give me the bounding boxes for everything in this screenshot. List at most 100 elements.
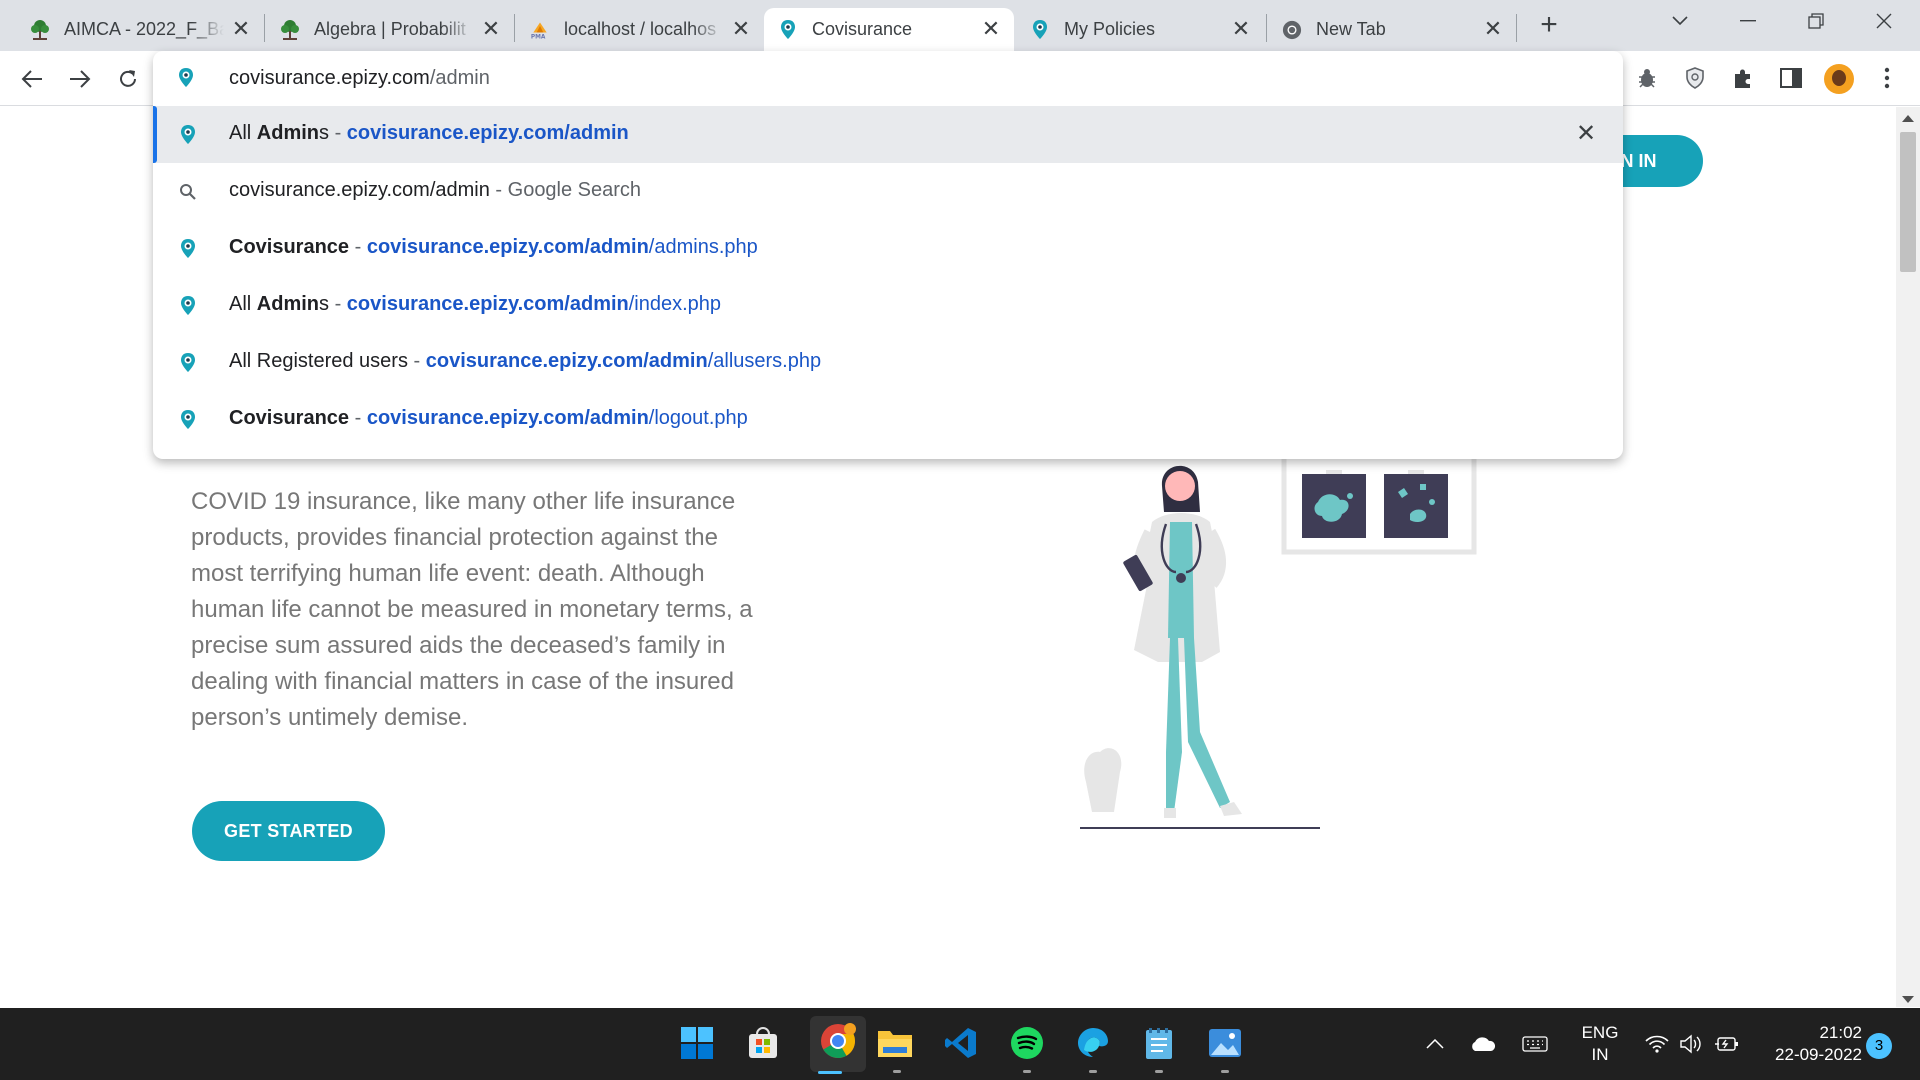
menu-kebab-icon[interactable] [1872, 63, 1902, 93]
side-panel-icon[interactable] [1776, 63, 1806, 93]
battery-charging-icon[interactable] [1710, 1008, 1744, 1080]
close-icon[interactable]: ✕ [1482, 18, 1504, 40]
suggestion-title-match: Covisurance [229, 236, 350, 258]
vscode-icon[interactable] [942, 1024, 980, 1062]
running-indicator [1023, 1070, 1031, 1073]
suggestion-row[interactable]: All Registered users - covisurance.epizy… [153, 334, 1623, 391]
tab-separator [264, 14, 265, 42]
covisurance-pin-icon [177, 123, 199, 147]
file-explorer-icon[interactable] [876, 1024, 914, 1062]
suggestion-url: /allusers.php [707, 350, 822, 372]
suggestion-title-match: Covisurance [229, 407, 350, 429]
tab-title: My Policies [1064, 19, 1156, 39]
search-icon [177, 180, 199, 204]
close-icon[interactable]: ✕ [980, 18, 1002, 40]
close-icon[interactable]: ✕ [480, 18, 502, 40]
suggestion-row[interactable]: Covisurance - covisurance.epizy.com/admi… [153, 220, 1623, 277]
tab-algebra[interactable]: Algebra | Probabilit ✕ [266, 8, 514, 51]
tab-title: New Tab [1316, 19, 1386, 39]
bug-extension-icon[interactable] [1632, 63, 1662, 93]
address-input[interactable]: covisurance.epizy.com/admin [229, 67, 490, 90]
scroll-up-arrow-icon[interactable] [1902, 115, 1914, 122]
intro-paragraph: COVID 19 insurance, like many other life… [191, 484, 821, 736]
reload-icon[interactable] [112, 63, 144, 95]
tab-new-tab[interactable]: New Tab ✕ [1268, 8, 1516, 51]
suggestion-url: /index.php [628, 293, 722, 315]
close-icon[interactable]: ✕ [230, 18, 252, 40]
tab-separator [514, 14, 515, 42]
suggestion-separator: - [349, 407, 367, 429]
restore-icon[interactable] [1796, 6, 1836, 36]
close-icon[interactable]: ✕ [1230, 18, 1252, 40]
tab-title: Algebra | Probabilit [314, 19, 466, 39]
suggestion-text: Covisurance - covisurance.epizy.com/admi… [229, 407, 748, 430]
notification-count-badge[interactable]: 3 [1866, 1033, 1892, 1059]
suggestion-row[interactable]: covisurance.epizy.com/admin - Google Sea… [153, 163, 1623, 220]
close-icon[interactable]: ✕ [730, 18, 752, 40]
onedrive-cloud-icon[interactable] [1466, 1008, 1500, 1080]
window-close-icon[interactable] [1864, 6, 1904, 36]
suggestion-url-match: covisurance.epizy.com/admin [425, 350, 708, 372]
profile-avatar[interactable] [1824, 64, 1854, 94]
address-bar[interactable]: covisurance.epizy.com/admin [153, 51, 1623, 106]
suggestion-separator: - [329, 293, 347, 315]
spotify-icon[interactable] [1008, 1024, 1046, 1062]
running-indicator [893, 1070, 901, 1073]
doctor-illustration [1080, 452, 1477, 829]
suggestion-title: All [229, 122, 257, 144]
notepad-icon[interactable] [1140, 1024, 1178, 1062]
get-started-button[interactable]: GET STARTED [192, 801, 385, 861]
vertical-scrollbar[interactable] [1896, 107, 1920, 1007]
edge-icon[interactable] [1074, 1024, 1112, 1062]
clock[interactable]: 21:02 22-09-2022 [1752, 1022, 1862, 1066]
scroll-down-arrow-icon[interactable] [1902, 996, 1914, 1003]
suggestion-text: covisurance.epizy.com/admin - Google Sea… [229, 179, 641, 202]
tab-aimca[interactable]: AIMCA - 2022_F_Ba ✕ [16, 8, 264, 51]
running-indicator [1221, 1070, 1229, 1073]
suggestion-url: /admins.php [648, 236, 758, 258]
svg-text:PMA: PMA [531, 34, 546, 40]
new-tab-button[interactable]: + [1534, 10, 1564, 40]
suggestion-url: /logout.php [648, 407, 748, 429]
touch-keyboard-icon[interactable] [1518, 1008, 1552, 1080]
tab-search-chevron-icon[interactable] [1660, 6, 1700, 36]
suggestion-separator: - [407, 350, 426, 372]
suggestion-url-match: covisurance.epizy.com/admin [346, 122, 629, 144]
tab-my-policies[interactable]: My Policies ✕ [1016, 8, 1264, 51]
omnibox-popup: covisurance.epizy.com/admin All Admins -… [153, 51, 1623, 459]
suggestion-row[interactable]: Covisurance - covisurance.epizy.com/admi… [153, 391, 1623, 448]
suggestion-url-match: covisurance.epizy.com/admin [366, 236, 649, 258]
chrome-icon [1282, 19, 1302, 41]
wifi-icon[interactable] [1640, 1008, 1674, 1080]
suggestion-row[interactable]: All Admins - covisurance.epizy.com/admin… [153, 106, 1623, 163]
tab-covisurance[interactable]: Covisurance ✕ [764, 8, 1014, 51]
suggestion-row[interactable]: All Admins - covisurance.epizy.com/admin… [153, 277, 1623, 334]
chrome-icon[interactable] [810, 1022, 866, 1060]
intro-line: COVID 19 insurance, like many other life… [191, 488, 736, 515]
windows-start-icon[interactable] [678, 1024, 716, 1062]
show-hidden-icons-chevron-icon[interactable] [1420, 1008, 1450, 1080]
shield-extension-icon[interactable] [1680, 63, 1710, 93]
suggestion-text: All Admins - covisurance.epizy.com/admin… [229, 293, 721, 316]
back-icon[interactable] [16, 63, 48, 95]
intro-line: precise sum assured aids the deceased’s … [191, 632, 726, 659]
suggestion-title-match: Admin [256, 122, 320, 144]
active-indicator [818, 1071, 842, 1074]
suggestion-title: All [229, 293, 257, 315]
intro-line: products, provides financial protection … [191, 524, 718, 551]
photos-icon[interactable] [1206, 1024, 1244, 1062]
forward-icon[interactable] [64, 63, 96, 95]
covisurance-pin-icon [1030, 19, 1050, 41]
selection-indicator [153, 106, 157, 163]
tab-title: Covisurance [812, 19, 913, 39]
input-language-indicator[interactable]: ENG IN [1570, 1008, 1630, 1080]
extensions-puzzle-icon[interactable] [1728, 63, 1758, 93]
tab-localhost[interactable]: PMA localhost / localhos ✕ [516, 8, 764, 51]
intro-line: human life cannot be measured in monetar… [191, 596, 753, 623]
suggestion-title-match: Admin [256, 293, 320, 315]
remove-suggestion-icon[interactable]: ✕ [1573, 121, 1599, 147]
scrollbar-thumb[interactable] [1900, 132, 1916, 272]
minimize-icon[interactable] [1728, 6, 1768, 36]
volume-icon[interactable] [1674, 1008, 1708, 1080]
microsoft-store-icon[interactable] [744, 1024, 782, 1062]
